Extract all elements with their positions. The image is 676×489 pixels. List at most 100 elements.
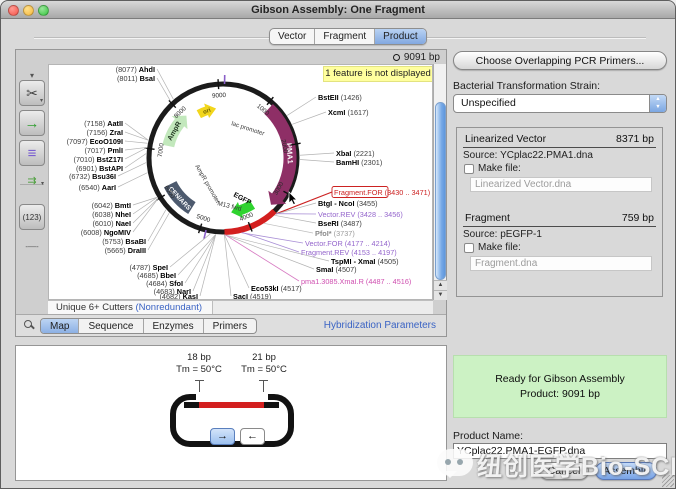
- enzyme-label-BseRI[interactable]: BseRI (3487): [318, 219, 362, 228]
- enzyme-label-KasI[interactable]: (4682) KasI: [159, 292, 198, 300]
- view-tab-sequence[interactable]: Sequence: [79, 319, 143, 333]
- nonredundant-link[interactable]: (Nonredundant): [135, 302, 202, 313]
- alignment-tool-button[interactable]: ≡: [19, 140, 45, 166]
- enzyme-label-BamHI[interactable]: BamHI (2301): [336, 158, 382, 167]
- titlebar[interactable]: Gibson Assembly: One Fragment: [1, 1, 675, 19]
- mouse-cursor-icon: [289, 192, 297, 205]
- view-tab-primers[interactable]: Primers: [204, 319, 256, 333]
- right-junction-line: [263, 380, 264, 392]
- primer-label-Fragment-FOR[interactable]: Fragment.FOR (3430 .. 3471): [334, 188, 430, 197]
- primer-label-Fragment-REV[interactable]: Fragment.REV (4153 .. 4197): [301, 248, 397, 257]
- scrollbar-thumb[interactable]: [435, 102, 446, 280]
- assembly-status-box: Ready for Gibson Assembly Product: 9091 …: [453, 355, 667, 418]
- enzyme-label-SacI[interactable]: SacI (4519): [233, 292, 271, 300]
- enzyme-label-PmlI[interactable]: (7017) PmlI: [84, 146, 123, 155]
- view-tab-enzymes[interactable]: Enzymes: [144, 319, 204, 333]
- leader-line: [274, 215, 316, 223]
- map-footer: MapSequenceEnzymesPrimers Hybridization …: [16, 314, 446, 336]
- enzyme-label-PfoI-[interactable]: PfoI* (3737): [315, 229, 355, 238]
- right-overlap-length: 21 bp: [241, 352, 287, 363]
- vector-make-file-checkbox[interactable]: [464, 164, 474, 174]
- fragment-source-label: Source:: [463, 229, 497, 240]
- ring-tick: [218, 79, 219, 89]
- ring-tick-label: 2000: [279, 139, 289, 155]
- enzyme-label-ZraI[interactable]: (7156) ZraI: [86, 128, 123, 137]
- leader-line: [125, 123, 148, 140]
- leader-line: [133, 197, 157, 205]
- enzyme-label-AarI[interactable]: (6540) AarI: [79, 183, 116, 192]
- view-tab-map[interactable]: Map: [41, 319, 79, 333]
- hybridization-parameters-link[interactable]: Hybridization Parameters: [324, 320, 436, 331]
- search-icon[interactable]: [24, 320, 32, 328]
- enzyme-label-BsaBI[interactable]: (5753) BsaBI: [102, 237, 146, 246]
- forward-primer-button[interactable]: →: [210, 428, 235, 445]
- fragment-file-name-field[interactable]: [470, 256, 652, 271]
- numbering-button[interactable]: (123): [19, 204, 45, 230]
- leader-line: [292, 112, 326, 124]
- fragment-title: Fragment: [465, 212, 510, 224]
- enzyme-label-DraIII[interactable]: (5665) DraIII: [105, 246, 146, 255]
- primer-label-Vector-FOR[interactable]: Vector.FOR (4177 .. 4214): [305, 239, 390, 248]
- vector-file-name-field[interactable]: [470, 177, 652, 192]
- assemble-button[interactable]: Assemble: [595, 462, 657, 480]
- primer-label-pma1-3085-XmaI-R[interactable]: pma1.3085.XmaI.R (4487 .. 4516): [301, 277, 411, 286]
- arrow-tool-button[interactable]: →: [19, 110, 45, 136]
- enzyme-label-XbaI[interactable]: XbaI (2221): [336, 149, 375, 158]
- status-line-1: Ready for Gibson Assembly: [454, 372, 666, 387]
- map-vertical-scrollbar[interactable]: ▲ ▼: [433, 64, 446, 300]
- right-overlap-tm: Tm = 50°C: [231, 364, 297, 375]
- fragment-source: Source: pEGFP-1: [463, 229, 542, 240]
- enzyme-label-SmaI[interactable]: SmaI (4507): [316, 265, 357, 274]
- cut-tool-button[interactable]: ✂▾: [19, 80, 45, 106]
- enzyme-label-NheI[interactable]: (6038) NheI: [92, 210, 131, 219]
- tab-fragment[interactable]: Fragment: [315, 29, 375, 44]
- primer-label-Vector-REV[interactable]: Vector.REV (3428 .. 3456): [318, 210, 403, 219]
- cutters-setting[interactable]: Unique 6+ Cutters (Nonredundant): [48, 301, 213, 315]
- cancel-button[interactable]: Cancel: [539, 462, 589, 480]
- enzyme-label-XcmI[interactable]: XcmI (1617): [328, 108, 369, 117]
- map-view-tabs: MapSequenceEnzymesPrimers: [40, 318, 257, 334]
- enzyme-label-EcoO109I[interactable]: (7097) EcoO109I: [67, 137, 123, 146]
- enzyme-label-NgoMIV[interactable]: (6008) NgoMIV: [81, 228, 131, 237]
- sequence-length: 9091 bp: [393, 51, 440, 63]
- reverse-primer-button[interactable]: ←: [240, 428, 265, 445]
- leader-line: [125, 154, 146, 168]
- enzyme-label-BstZ17I[interactable]: (7010) BstZ17I: [74, 155, 123, 164]
- ampr-promoter-label: AmpR promoter: [193, 164, 221, 205]
- map-pane: 9091 bp ▾✂▾→≡⇉▾(123)-—- PMA1CEN/ARSAmpRo…: [15, 49, 447, 337]
- enzyme-label-BsaI[interactable]: (8011) BsaI: [117, 74, 155, 83]
- enzyme-label-BstEII[interactable]: BstEII (1426): [318, 93, 362, 102]
- enzyme-label-BmtI[interactable]: (6042) BmtI: [92, 201, 131, 210]
- enzyme-label-NaeI[interactable]: (6010) NaeI: [92, 219, 131, 228]
- leader-line: [225, 235, 299, 281]
- leader-line: [224, 235, 231, 296]
- fragment-source-value: pEGFP-1: [500, 229, 542, 240]
- left-overlap-length: 18 bp: [176, 352, 222, 363]
- status-line-2: Product: 9091 bp: [454, 387, 666, 402]
- enzyme-label-AatII[interactable]: (7158) AatII: [84, 119, 123, 128]
- enzyme-label-AhdI[interactable]: (8077) AhdI: [116, 65, 155, 74]
- fragment-make-file-label: Make file:: [478, 242, 521, 253]
- strain-dropdown[interactable]: Unspecified ▲▼: [453, 94, 667, 113]
- lac-promoter-label: lac promoter: [230, 120, 265, 137]
- components-groupbox: Linearized Vector 8371 bp Source: YCplac…: [456, 127, 663, 297]
- enzyme-label-Bsu36I[interactable]: (6732) Bsu36I: [69, 172, 116, 181]
- tab-vector[interactable]: Vector: [270, 29, 315, 44]
- leader-line: [243, 232, 299, 252]
- fragment-title-rule: [463, 226, 656, 227]
- scrollbar-up-button[interactable]: ▲: [434, 280, 447, 290]
- product-name-label: Product Name:: [453, 430, 523, 442]
- scrollbar-down-button[interactable]: ▼: [434, 290, 447, 300]
- leader-line: [118, 173, 147, 187]
- m13-fwd-label: M13 fwd: [217, 200, 243, 213]
- ring-tick-label: 7000: [157, 142, 166, 157]
- vector-title-rule: [463, 147, 656, 148]
- enzyme-label-BtgI-NcoI[interactable]: BtgI - NcoI (3455): [318, 199, 378, 208]
- product-name-field[interactable]: [453, 443, 667, 459]
- resize-grip-icon[interactable]: [662, 475, 674, 487]
- vector-title: Linearized Vector: [465, 133, 546, 145]
- fragment-make-file-checkbox[interactable]: [464, 243, 474, 253]
- sequence-length-label: 9091 bp: [404, 52, 440, 63]
- choose-primers-button[interactable]: Choose Overlapping PCR Primers...: [453, 51, 667, 70]
- tab-product[interactable]: Product: [375, 29, 425, 44]
